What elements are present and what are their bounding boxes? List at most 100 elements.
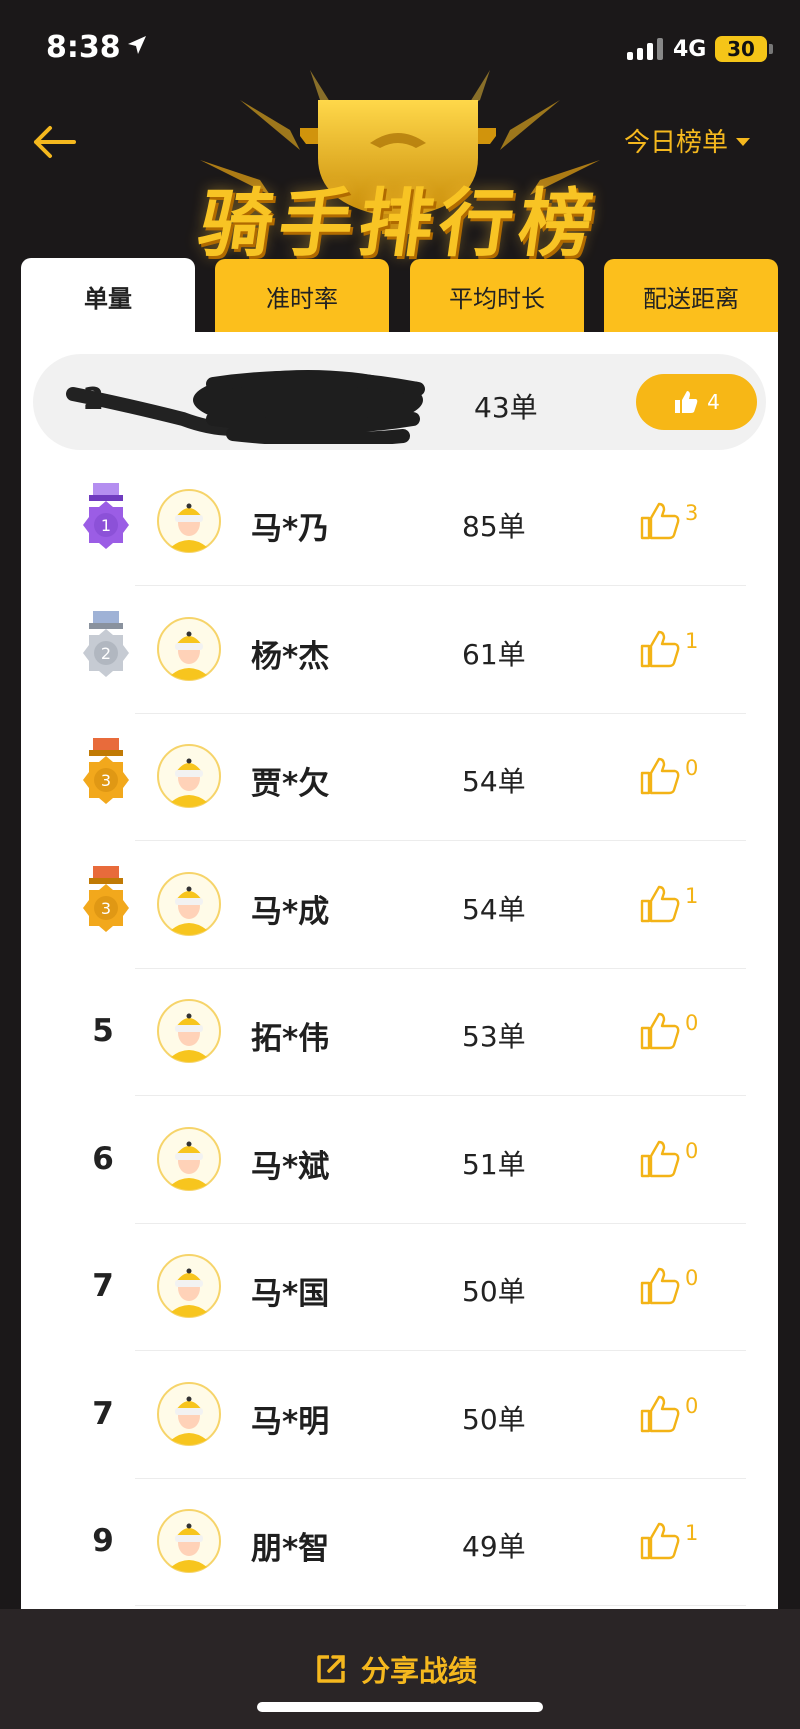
- my-like-button[interactable]: 4: [636, 374, 757, 430]
- rider-name: 马*明: [251, 1403, 330, 1440]
- avatar-icon: [157, 1509, 221, 1573]
- thumb-up-icon: [640, 1395, 680, 1432]
- rider-name: 马*国: [251, 1276, 330, 1312]
- thumb-up-icon: [640, 757, 680, 795]
- tab-orders[interactable]: 单量: [21, 258, 195, 335]
- order-count: 50单: [462, 1402, 526, 1436]
- like-count: 0: [685, 756, 699, 780]
- back-button[interactable]: [30, 122, 78, 162]
- avatar-icon: [157, 744, 221, 808]
- thumb-up-icon: [675, 391, 698, 413]
- avatar-icon: [157, 1254, 221, 1318]
- medal-rank: 2: [101, 644, 111, 663]
- like-button[interactable]: 1: [639, 880, 709, 930]
- medal-rank: 1: [101, 516, 111, 535]
- my-order-count: 43单: [474, 391, 538, 424]
- home-indicator: [257, 1702, 543, 1712]
- row-divider: [135, 1605, 746, 1606]
- rider-name: 马*斌: [251, 1148, 330, 1185]
- status-time: 8:38: [46, 30, 121, 65]
- thumb-up-icon: [640, 1140, 680, 1177]
- rider-name: 朋*智: [251, 1531, 330, 1567]
- rider-name: 马*乃: [251, 511, 330, 547]
- my-like-count: 4: [707, 390, 720, 414]
- battery-indicator: 30: [715, 36, 767, 62]
- ranking-row: 1 马*乃 85单 3: [21, 459, 778, 586]
- avatar-icon: [157, 489, 221, 553]
- tab-on-time-rate[interactable]: 准时率: [215, 259, 389, 334]
- rider-name: 马*成: [251, 893, 330, 930]
- avatar-icon: [157, 1126, 221, 1191]
- like-button[interactable]: 0: [639, 1007, 709, 1057]
- ranking-row: 7 马*明 50单 0: [21, 1352, 778, 1479]
- rider-name: 杨*杰: [251, 638, 330, 675]
- like-count: 0: [685, 1393, 699, 1418]
- rank-number: 6: [92, 1140, 114, 1177]
- ranking-row: 2 杨*杰 61单 1: [21, 587, 778, 714]
- ranking-list: 2 43单 4 1 马*乃 85单 3 2 杨*杰 61单 1 3 贾*欠 54…: [21, 332, 778, 1652]
- medal-icon: 1: [83, 483, 129, 549]
- like-count: 0: [685, 1138, 699, 1163]
- thumb-up-icon: [640, 1267, 680, 1305]
- like-count: 1: [685, 1521, 699, 1545]
- medal-rank: 3: [101, 899, 111, 918]
- thumb-up-icon: [640, 502, 680, 540]
- medal-icon: 2: [83, 610, 129, 677]
- back-arrow-icon: [34, 126, 76, 158]
- order-count: 49单: [462, 1530, 526, 1563]
- rider-name: 贾*欠: [251, 766, 330, 802]
- order-count: 51单: [462, 1147, 526, 1181]
- medal-rank: 3: [101, 771, 111, 790]
- header: 今日榜单 骑手排行榜: [0, 70, 800, 267]
- like-button[interactable]: 0: [639, 1262, 709, 1312]
- order-count: 53单: [462, 1020, 526, 1053]
- order-count: 50单: [462, 1275, 526, 1308]
- order-count: 85单: [462, 510, 526, 543]
- rank-number: 7: [92, 1395, 114, 1432]
- network-type: 4G: [673, 37, 707, 62]
- ranking-row: 3 马*成 54单 1: [21, 842, 778, 969]
- ranking-row: 7 马*国 50单 0: [21, 1224, 778, 1351]
- like-count: 0: [685, 1011, 699, 1035]
- avatar-icon: [157, 1381, 221, 1446]
- range-selector[interactable]: 今日榜单: [624, 122, 751, 159]
- like-button[interactable]: 0: [639, 1135, 709, 1185]
- tab-distance[interactable]: 配送距离: [604, 259, 778, 334]
- ranking-row: 9 朋*智 49单 1: [21, 1479, 778, 1606]
- like-count: 3: [685, 501, 699, 525]
- like-button[interactable]: 1: [639, 625, 709, 675]
- ranking-row: 3 贾*欠 54单 0: [21, 714, 778, 841]
- like-button[interactable]: 0: [639, 752, 709, 802]
- dropdown-triangle-icon: [736, 137, 751, 146]
- like-button[interactable]: 1: [639, 1517, 709, 1567]
- medal-icon: 3: [83, 738, 129, 804]
- avatar-icon: [157, 616, 221, 681]
- order-count: 61单: [462, 637, 526, 671]
- thumb-up-icon: [640, 1012, 680, 1050]
- order-count: 54单: [462, 765, 526, 798]
- rank-number: 5: [92, 1013, 114, 1049]
- thumb-up-icon: [640, 885, 680, 922]
- like-count: 1: [685, 883, 699, 908]
- thumb-up-icon: [640, 1522, 680, 1560]
- ranking-row: 6 马*斌 51单 0: [21, 1097, 778, 1224]
- battery-tip: [769, 44, 773, 54]
- my-rank-card: 2 43单 4: [33, 354, 766, 450]
- ranking-row: 5 拓*伟 53单 0: [21, 969, 778, 1096]
- medal-icon: 3: [83, 865, 129, 932]
- like-button[interactable]: 3: [639, 497, 709, 547]
- share-icon: [317, 1655, 345, 1683]
- order-count: 54单: [462, 892, 526, 926]
- tab-avg-duration[interactable]: 平均时长: [410, 259, 584, 334]
- thumb-up-icon: [640, 630, 680, 667]
- like-count: 0: [685, 1266, 699, 1290]
- share-button[interactable]: 分享战绩: [315, 1648, 477, 1690]
- rider-name: 拓*伟: [251, 1021, 330, 1057]
- like-button[interactable]: 0: [639, 1390, 709, 1440]
- location-arrow-icon: [128, 36, 146, 54]
- like-count: 1: [685, 628, 699, 653]
- avatar-icon: [157, 871, 221, 936]
- redaction-scribble: [66, 370, 425, 444]
- share-label: 分享战绩: [361, 1654, 478, 1688]
- rank-number: 7: [92, 1268, 114, 1304]
